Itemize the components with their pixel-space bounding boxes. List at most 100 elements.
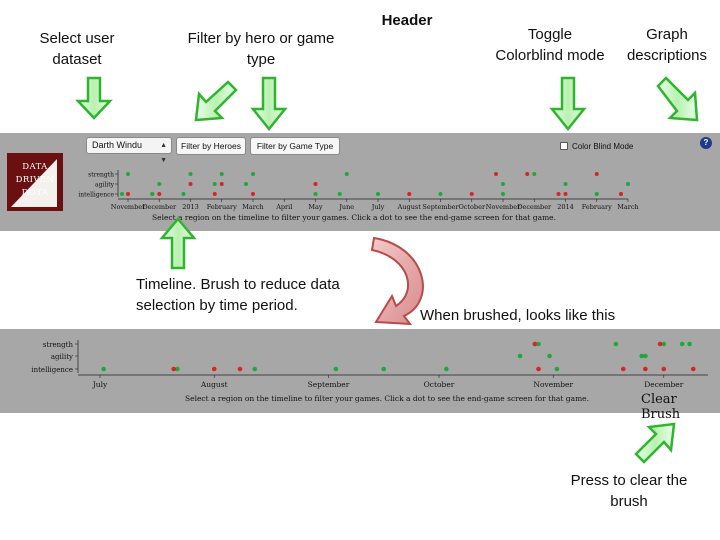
game-dot[interactable] [101,366,106,372]
game-dot[interactable] [536,366,541,372]
x-tick-label: May [308,203,323,211]
y-tick-label: strength [43,341,74,349]
game-dot[interactable] [157,192,162,196]
down-arrow-icon [549,76,587,132]
game-dot[interactable] [661,366,667,372]
x-tick-label: March [242,203,263,211]
x-tick-label: February [582,203,612,211]
game-dot[interactable] [469,192,474,196]
game-dot[interactable] [219,172,224,176]
clear-brush-button[interactable]: Clear Brush [641,392,720,422]
game-dot[interactable] [237,366,243,372]
game-dot[interactable] [344,172,349,176]
game-dot[interactable] [251,172,255,176]
game-dot[interactable] [594,172,599,176]
game-dot[interactable] [211,366,217,372]
game-dot[interactable] [613,341,619,347]
x-tick-label: July [92,380,108,389]
game-dot[interactable] [252,366,258,372]
game-dot[interactable] [337,192,342,196]
header-annotation: Header [381,12,433,29]
annotation-line: Timeline. Brush to reduce data [136,276,340,293]
game-dot[interactable] [333,366,339,372]
game-dot[interactable] [679,341,685,347]
down-arrow-icon [250,76,288,132]
x-tick-label: March [617,203,638,211]
game-dot[interactable] [150,192,155,196]
game-dot[interactable] [554,366,560,372]
annotation-line: Press to clear the [570,472,688,489]
x-tick-label: December [517,203,552,211]
annotation-line: brush [610,493,648,510]
game-dot[interactable] [381,366,387,372]
game-dot[interactable] [619,192,623,196]
annotation-line: Toggle [527,26,573,43]
game-dot[interactable] [517,353,523,359]
game-dot[interactable] [563,182,568,186]
x-tick-label: November [533,380,573,389]
game-dot[interactable] [532,172,537,176]
arrows-overlay [75,76,699,464]
game-dot[interactable] [657,341,663,347]
game-dot[interactable] [501,192,505,196]
game-dot[interactable] [438,192,443,196]
x-tick-label: November [486,203,521,211]
filter-annotation: Filter by hero or game type [170,28,352,70]
game-dot[interactable] [690,366,696,372]
x-tick-label: December [142,203,177,211]
x-tick-label: August [200,380,228,389]
game-dot[interactable] [556,192,561,196]
game-dot[interactable] [532,341,538,347]
game-dot[interactable] [188,172,193,176]
game-dot[interactable] [563,192,568,196]
y-tick-label: agility [51,353,73,361]
y-tick-label: strength [88,172,114,179]
annotation-line: type [246,51,276,68]
game-dot[interactable] [501,182,505,186]
game-dot[interactable] [547,353,552,359]
game-dot[interactable] [444,366,449,372]
game-dot[interactable] [171,366,176,372]
annotation-line: descriptions [626,47,708,64]
game-dot[interactable] [620,366,626,372]
game-dot[interactable] [244,182,248,186]
toggle-annotation: Toggle Colorblind mode [480,24,620,66]
brushed-annotation: When brushed, looks like this [420,307,616,324]
game-dot[interactable] [212,182,217,186]
game-dot[interactable] [219,182,224,186]
x-tick-label: 2014 [557,203,574,211]
game-dot[interactable] [157,182,162,186]
game-dot[interactable] [126,172,130,176]
game-dot[interactable] [251,192,255,196]
game-dot[interactable] [120,192,124,196]
app-header-panel: DATA DRIVEN DOTA Darth Windu ▲ ▼ Filter b… [0,133,720,231]
game-dot[interactable] [313,182,318,186]
x-tick-label: October [458,203,486,211]
timeline-note: Select a region on the timeline to filte… [185,394,590,403]
annotation-line: Colorblind mode [495,47,605,64]
graph-descriptions-annotation: Graph descriptions [617,24,717,66]
annotation-line: Filter by hero or game [187,30,335,47]
game-dot[interactable] [594,192,599,196]
game-dot[interactable] [181,192,186,196]
game-dot[interactable] [407,192,412,196]
game-dot[interactable] [188,182,193,186]
game-dot[interactable] [687,341,692,347]
clear-annotation: Press to clear the brush [555,470,703,512]
game-dot[interactable] [212,192,217,196]
annotation-line: Select user [39,30,115,47]
game-dot[interactable] [494,172,498,176]
game-dot[interactable] [376,192,380,196]
game-dot[interactable] [126,192,130,196]
x-tick-label: June [338,203,354,211]
x-tick-label: September [422,203,459,211]
y-tick-label: agility [95,182,115,189]
y-tick-label: intelligence [78,192,114,199]
game-dot[interactable] [643,366,648,372]
annotation-line: selection by time period. [136,297,298,314]
game-dot[interactable] [643,353,648,359]
game-dot[interactable] [313,192,318,196]
game-dot[interactable] [525,172,530,176]
game-dot[interactable] [626,182,630,186]
diagonal-arrow-icon [656,76,699,122]
